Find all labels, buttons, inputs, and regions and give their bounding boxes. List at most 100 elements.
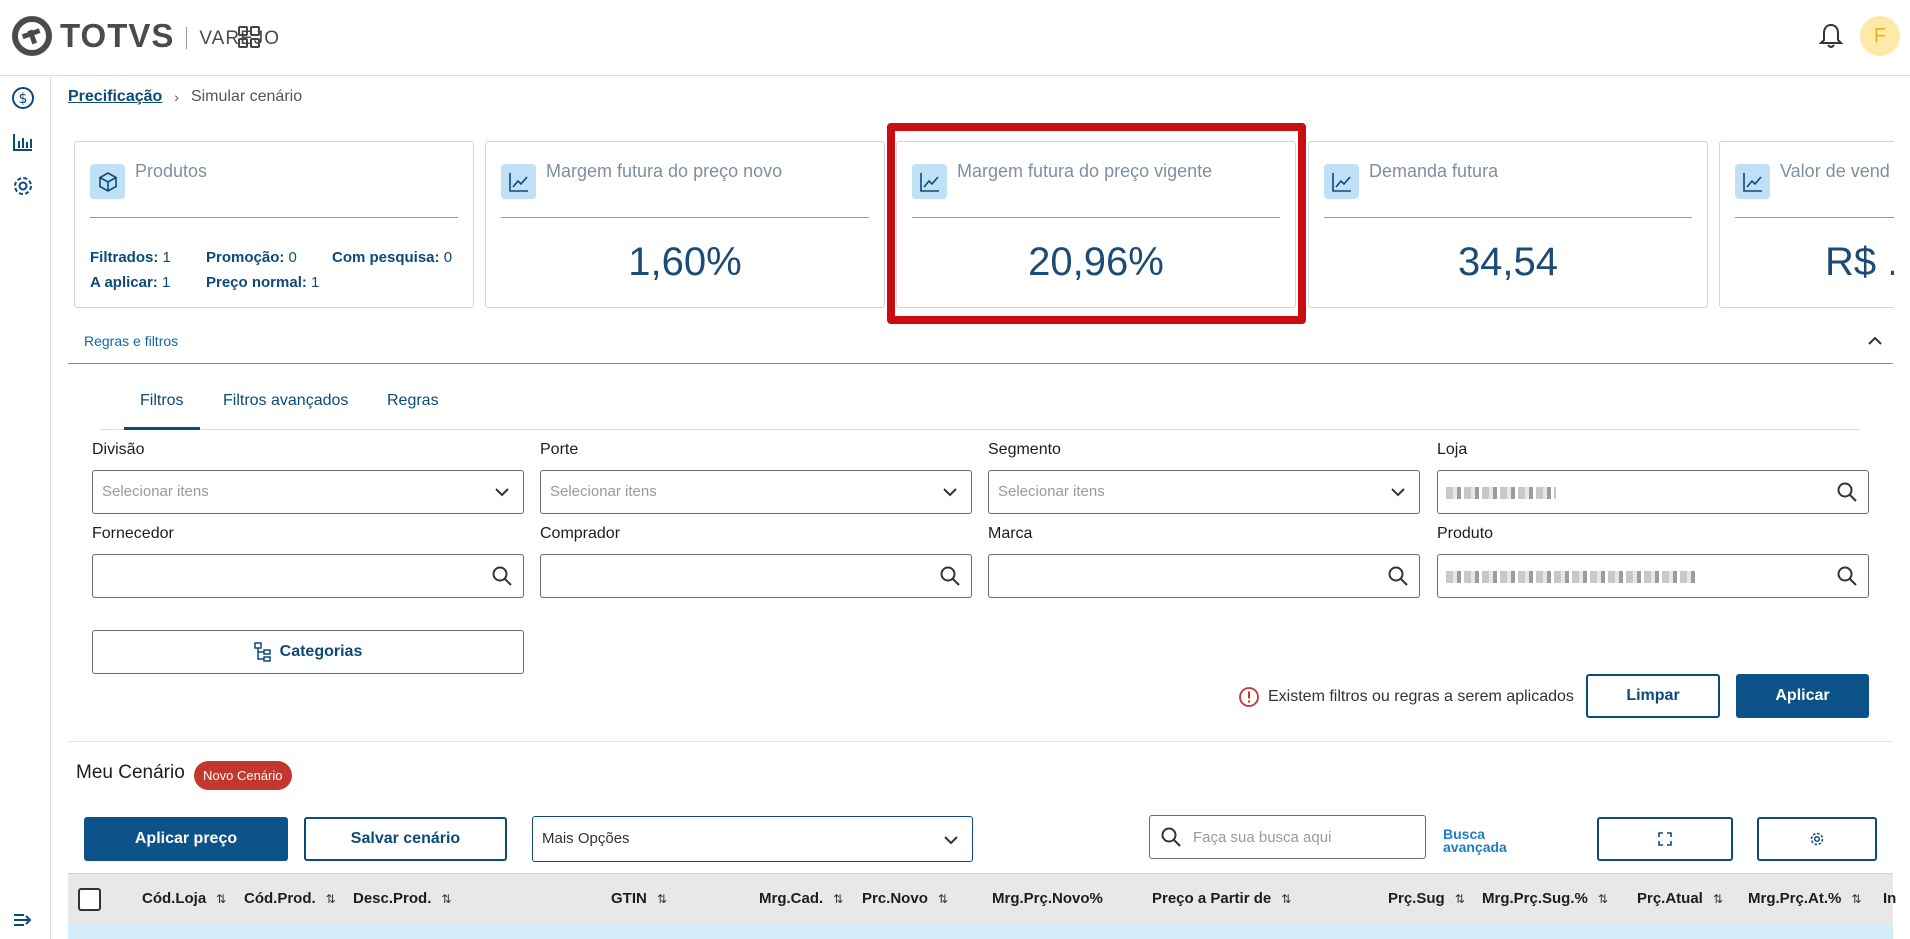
sort-icon: ⇅ [937,891,948,906]
search-icon[interactable] [939,565,961,587]
column-header-mrg-prc-at[interactable]: Mrg.Prç.At.% ⇅ [1748,890,1861,907]
column-header-mrg-prc-sug[interactable]: Mrg.Prç.Sug.% ⇅ [1482,890,1608,907]
fullscreen-button[interactable] [1597,817,1733,861]
fornecedor-label: Fornecedor [92,525,174,542]
card-title: Valor de vend [1780,161,1890,181]
tab-filters[interactable]: Filtros [124,392,200,430]
search-icon[interactable] [1387,565,1409,587]
trend-up-icon [1735,164,1770,199]
grid-icon[interactable] [237,25,261,49]
save-scenario-button[interactable]: Salvar cenário [304,817,507,861]
redacted-value [1446,571,1696,583]
gear-icon[interactable] [11,174,35,198]
expand-menu-icon[interactable] [11,908,35,932]
bar-chart-icon[interactable] [11,130,35,154]
search-icon[interactable] [1836,565,1858,587]
selected-value: Mais Opções [542,830,630,847]
placeholder: Selecionar itens [550,483,657,500]
marca-label: Marca [988,525,1033,542]
apply-filters-button[interactable]: Aplicar [1736,674,1869,718]
produto-search-field[interactable] [1437,554,1869,598]
placeholder: Selecionar itens [102,483,209,500]
sort-icon: ⇅ [656,891,667,906]
more-options-select[interactable]: Mais Opções [532,816,973,862]
search-icon[interactable] [1836,481,1858,503]
fornecedor-search-field[interactable] [92,554,524,598]
column-header-mrg-cad[interactable]: Mrg.Cad. ⇅ [759,890,843,907]
advanced-search-link[interactable]: Busca avançada [1443,827,1523,854]
tab-rules[interactable]: Regras [371,392,455,430]
box-icon [90,164,125,199]
column-header-cod-prod[interactable]: Cód.Prod. ⇅ [244,890,336,907]
clear-button[interactable]: Limpar [1586,674,1720,718]
column-label: Mrg.Prç.Novo% [992,890,1103,907]
column-label: Prc.Novo [862,890,928,907]
breadcrumb-link-pricing[interactable]: Precificação [68,88,162,106]
sort-icon: ⇅ [1281,891,1292,906]
column-label: Desc.Prod. [353,890,432,907]
table-settings-button[interactable] [1757,817,1877,861]
column-label: GTIN [611,890,647,907]
pending-filters-warning: Existem filtros ou regras a serem aplica… [1238,686,1574,708]
logo-divider [186,27,188,49]
chevron-up-icon[interactable] [1865,331,1885,351]
card-value: 1,60% [628,240,742,284]
stat-value: 1 [311,274,320,291]
sort-icon: ⇅ [216,891,227,906]
new-scenario-badge: Novo Cenário [194,761,292,790]
tab-advanced-filters[interactable]: Filtros avançados [207,392,364,430]
breadcrumb: Precificação › Simular cenário [68,88,302,106]
avatar[interactable]: F [1860,16,1900,56]
trend-up-icon [501,164,536,199]
comprador-search-field[interactable] [540,554,972,598]
column-header-preco-a-partir-de[interactable]: Preço a Partir de ⇅ [1152,890,1291,907]
column-label: Preço a Partir de [1152,890,1272,907]
select-all-checkbox[interactable] [78,888,101,911]
scenario-search-input[interactable]: Faça sua busca aqui [1149,815,1426,859]
search-icon[interactable] [491,565,513,587]
column-header-in[interactable]: In [1883,890,1896,907]
table-row[interactable] [68,923,1893,939]
column-header-prc-sug[interactable]: Prç.Sug ⇅ [1388,890,1465,907]
stat-value: 0 [288,249,297,266]
comprador-label: Comprador [540,525,621,542]
filter-tabs: Filtros Filtros avançados Regras [100,380,1860,430]
rules-filters-header[interactable]: Regras e filtros [68,325,1893,364]
fullscreen-icon [1658,832,1672,846]
loja-search-field[interactable] [1437,470,1869,514]
redacted-value [1446,487,1556,499]
apply-price-button[interactable]: Aplicar preço [84,817,288,861]
column-label: Cód.Loja [142,890,207,907]
table-header: Cód.Loja ⇅ Cód.Prod. ⇅ Desc.Prod. ⇅ GTIN ⇅ M… [68,873,1896,923]
segmento-label: Segmento [988,441,1061,458]
column-label: Prç.Sug [1388,890,1445,907]
column-header-prc-novo[interactable]: Prc.Novo ⇅ [862,890,948,907]
porte-label: Porte [540,441,579,458]
svg-text:$: $ [19,91,28,107]
marca-search-field[interactable] [988,554,1420,598]
alert-circle-icon [1239,687,1259,707]
column-header-mrg-prc-novo[interactable]: Mrg.Prç.Novo% [992,890,1103,907]
divisao-select[interactable]: Selecionar itens [92,470,524,514]
top-bar: TOTVS VAREJO F [0,0,1910,76]
produto-label: Produto [1437,525,1494,542]
stat-label: Promoção: [206,249,285,266]
column-header-gtin[interactable]: GTIN ⇅ [611,890,667,907]
segmento-select[interactable]: Selecionar itens [988,470,1420,514]
breadcrumb-current: Simular cenário [190,88,303,105]
logo-text: TOTVS [60,17,175,54]
card-margin-new-price: Margem futura do preço novo 1,60% [485,141,885,308]
column-header-cod-loja[interactable]: Cód.Loja ⇅ [142,890,226,907]
column-label: Mrg.Prç.At.% [1748,890,1842,907]
column-label: Prç.Atual [1637,890,1703,907]
column-label: Cód.Prod. [244,890,316,907]
column-header-prc-atual[interactable]: Prç.Atual ⇅ [1637,890,1723,907]
card-products: Produtos Filtrados: 1 Promoção: 0 Com pe… [74,141,474,308]
chevron-down-icon [944,836,958,845]
porte-select[interactable]: Selecionar itens [540,470,972,514]
column-header-desc-prod[interactable]: Desc.Prod. ⇅ [353,890,451,907]
dollar-circle-icon[interactable]: $ [11,86,35,110]
card-title: Margem futura do preço novo [546,161,783,181]
categories-button[interactable]: Categorias [92,630,524,674]
bell-icon[interactable] [1818,22,1844,50]
